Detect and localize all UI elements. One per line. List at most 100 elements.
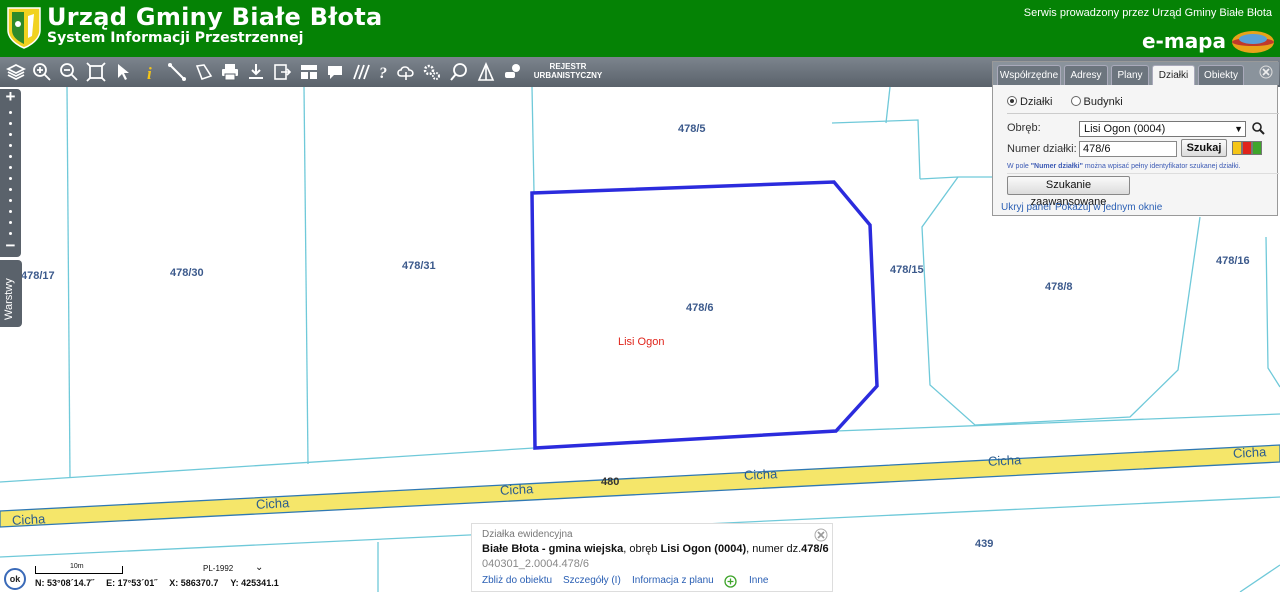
swatch-green[interactable] [1252, 141, 1262, 155]
parcel-number-input[interactable]: 478/6 [1079, 141, 1177, 157]
details-link[interactable]: Szczegóły (I) [563, 575, 621, 586]
popup-title: Działka ewidencyjna [482, 529, 573, 540]
search-tabs: Współrzędne Adresy Plany Działki Obiekty [993, 62, 1279, 85]
brand-label: e-mapa [1141, 29, 1226, 53]
pointer-icon[interactable] [111, 60, 135, 84]
tab-objects[interactable]: Obiekty [1198, 65, 1244, 85]
geosystem-logo-icon[interactable] [1230, 30, 1276, 54]
popup-number-text: , numer dz. [746, 543, 802, 555]
measure-line-icon[interactable] [165, 60, 189, 84]
parcel-label[interactable]: 478/17 [21, 270, 55, 282]
tab-coordinates[interactable]: Współrzędne [997, 65, 1061, 85]
swatch-red[interactable] [1242, 141, 1252, 155]
search-icon[interactable] [1251, 121, 1265, 135]
settings-icon[interactable] [420, 60, 444, 84]
crs-select[interactable]: PL-1992 [203, 564, 233, 573]
close-icon[interactable] [814, 528, 828, 542]
radio-parcels[interactable] [1007, 96, 1017, 106]
other-link[interactable]: Inne [749, 575, 768, 586]
hide-panel-link[interactable]: Ukryj panel [1001, 202, 1051, 213]
flag-icon[interactable] [474, 60, 498, 84]
zoom-level-dot[interactable] [9, 188, 12, 191]
zoom-level-dot[interactable] [9, 155, 12, 158]
download-icon[interactable] [244, 60, 268, 84]
zoom-level-dot[interactable] [9, 144, 12, 147]
zoom-extent-icon[interactable] [84, 60, 108, 84]
popup-description: Białe Błota - gmina wiejska, obręb Lisi … [482, 543, 829, 555]
parcel-number-label: Numer działki: [1007, 143, 1077, 155]
tab-addresses[interactable]: Adresy [1064, 65, 1108, 85]
swatch-yellow[interactable] [1232, 141, 1242, 155]
obreb-select[interactable]: Lisi Ogon (0004) ▼ [1079, 121, 1246, 137]
coord-lat: N: 53°08´14.7˝ [35, 578, 95, 588]
zoom-to-object-link[interactable]: Zbliż do obiektu [482, 575, 552, 586]
single-window-link[interactable]: Pokazuj w jednym oknie [1055, 202, 1162, 213]
measure-area-icon[interactable] [192, 60, 216, 84]
comment-icon[interactable] [323, 60, 347, 84]
parcel-label[interactable]: 478/15 [890, 264, 924, 276]
district-label: Lisi Ogon [618, 336, 665, 348]
zoom-level-dot[interactable] [9, 111, 12, 114]
parcel-label[interactable]: 439 [975, 538, 993, 550]
svg-text:?: ? [379, 65, 387, 82]
highlight-color-swatches[interactable] [1232, 141, 1262, 155]
coord-lon: E: 17°53´01˝ [106, 578, 158, 588]
close-icon[interactable] [1259, 65, 1273, 79]
parcel-label[interactable]: 478/8 [1045, 281, 1073, 293]
zoom-out-icon[interactable] [57, 60, 81, 84]
zoom-plus-button[interactable]: + [0, 88, 21, 105]
parcel-label[interactable]: 478/5 [678, 123, 706, 135]
chevron-down-icon[interactable]: ⌄ [255, 562, 263, 573]
help-icon[interactable]: ? [372, 60, 396, 84]
parcel-label[interactable]: 478/31 [402, 260, 436, 272]
page-title: Urząd Gminy Białe Błota [47, 3, 383, 31]
urban-register-label-2: URBANISTYCZNY [533, 71, 603, 80]
radio-buildings[interactable] [1070, 96, 1081, 106]
urban-register-button[interactable]: REJESTR URBANISTYCZNY [532, 62, 604, 80]
parcel-label-selected[interactable]: 478/6 [686, 302, 714, 314]
coord-y: Y: 425341.1 [230, 578, 279, 588]
search-panel: Współrzędne Adresy Plany Działki Obiekty… [992, 61, 1279, 216]
chevron-down-icon: ▼ [1234, 124, 1243, 134]
print-icon[interactable] [218, 60, 242, 84]
advanced-search-button[interactable]: Szukanie zaawansowane [1007, 176, 1130, 208]
ok-button[interactable]: ok [4, 568, 26, 590]
hatch-icon[interactable] [349, 60, 373, 84]
zoom-level-dot[interactable] [9, 166, 12, 169]
popup-municipality: Białe Błota - gmina wiejska [482, 543, 624, 555]
tab-plans[interactable]: Plany [1111, 65, 1149, 85]
chat-icon[interactable] [501, 60, 525, 84]
urban-register-label-1: REJESTR [549, 62, 587, 71]
layers-tab[interactable]: Warstwy [0, 260, 22, 327]
tab-parcels[interactable]: Działki [1152, 65, 1195, 85]
hint-prefix: W pole [1007, 163, 1031, 170]
parcel-label[interactable]: 478/30 [170, 267, 204, 279]
info-icon[interactable]: i [138, 60, 162, 84]
search-button[interactable]: Szukaj [1181, 139, 1227, 157]
plan-info-link[interactable]: Informacja z planu [632, 575, 714, 586]
zoom-level-dot[interactable] [9, 210, 12, 213]
parcel-label[interactable]: 478/16 [1216, 255, 1250, 267]
street-label: Cicha [1232, 444, 1267, 461]
layers-tab-label: Warstwy [3, 278, 15, 320]
zoom-slider[interactable]: + − [0, 88, 21, 257]
cursor-coordinates: N: 53°08´14.7˝ E: 17°53´01˝ X: 586370.7 Y: … [35, 578, 291, 588]
cloud-icon[interactable] [394, 60, 418, 84]
zoom-level-dot[interactable] [9, 199, 12, 202]
zoom-minus-button[interactable]: − [0, 237, 21, 254]
popup-obreb-text: , obręb [623, 543, 661, 555]
legend-icon[interactable] [297, 60, 321, 84]
export-icon[interactable] [270, 60, 294, 84]
search-map-icon[interactable] [447, 60, 471, 84]
zoom-level-dot[interactable] [9, 133, 12, 136]
layers-icon[interactable] [4, 60, 28, 84]
zoom-in-icon[interactable] [30, 60, 54, 84]
zoom-level-dot[interactable] [9, 122, 12, 125]
add-icon[interactable] [724, 575, 737, 588]
popup-obreb-name: Lisi Ogon (0004) [660, 543, 747, 555]
zoom-level-dot[interactable] [9, 177, 12, 180]
zoom-level-dot[interactable] [9, 221, 12, 224]
popup-parcel-code: 040301_2.0004.478/6 [482, 558, 590, 570]
obreb-label: Obręb: [1007, 122, 1041, 134]
zoom-level-dot[interactable] [9, 232, 12, 235]
